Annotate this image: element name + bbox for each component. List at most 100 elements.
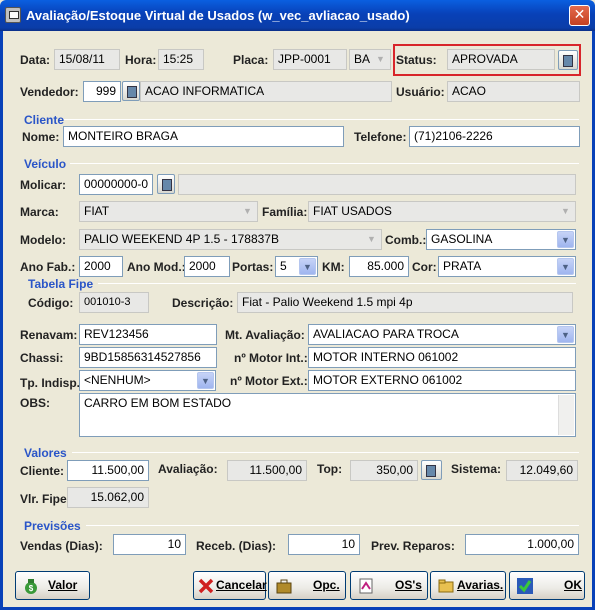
obs-textarea[interactable]: CARRO EM BOM ESTADO <box>79 393 576 437</box>
valor-avaliacao-field: 11.500,00 <box>227 460 307 481</box>
divider <box>98 283 576 284</box>
codigo-field: 001010-3 <box>79 292 149 313</box>
fipe-section-title: Tabela Fipe <box>28 277 94 291</box>
obs-text: CARRO EM BOM ESTADO <box>84 396 232 410</box>
vendas-label: Vendas (Dias): <box>20 539 103 553</box>
cor-value: PRATA <box>443 259 482 273</box>
app-icon <box>5 7 21 23</box>
motorext-input[interactable]: MOTOR EXTERNO 061002 <box>308 370 576 391</box>
marca-value: FIAT <box>84 204 110 218</box>
modelo-label: Modelo: <box>20 233 66 247</box>
nome-input[interactable]: MONTEIRO BRAGA <box>63 126 344 147</box>
valores-section-title: Valores <box>24 446 67 460</box>
toolbox-icon <box>276 579 292 594</box>
tpindisp-label: Tp. Indisp.: <box>20 376 84 390</box>
cancel-x-icon <box>198 578 214 594</box>
uf-select[interactable]: BA ▼ <box>349 49 391 70</box>
receb-label: Receb. (Dias): <box>196 539 277 553</box>
marca-select[interactable]: FIAT ▼ <box>79 201 258 222</box>
ok-button[interactable]: OK <box>509 571 585 600</box>
modelo-select[interactable]: PALIO WEEKEND 4P 1.5 - 178837B ▼ <box>79 229 382 250</box>
familia-label: Família: <box>262 205 308 219</box>
portas-select[interactable]: 5 ▼ <box>275 256 318 277</box>
valor-cliente-label: Cliente: <box>20 464 65 478</box>
placa-label: Placa: <box>233 53 269 67</box>
svg-text:$: $ <box>29 584 34 593</box>
cor-select[interactable]: PRATA ▼ <box>438 256 576 277</box>
valor-button[interactable]: $ Valor <box>15 571 90 600</box>
modelo-value: PALIO WEEKEND 4P 1.5 - 178837B <box>84 232 279 246</box>
valor-sistema-label: Sistema: <box>451 462 502 476</box>
telefone-label: Telefone: <box>354 130 407 144</box>
status-check-icon[interactable] <box>558 50 578 70</box>
hora-field: 15:25 <box>158 49 204 70</box>
folder-icon <box>438 579 454 593</box>
chevron-down-icon: ▼ <box>197 372 214 389</box>
comb-select[interactable]: GASOLINA ▼ <box>426 229 576 250</box>
divider <box>64 119 579 120</box>
anofab-input[interactable]: 2000 <box>79 256 123 277</box>
usuario-field: ACAO <box>447 81 580 102</box>
renavam-label: Renavam: <box>20 328 78 342</box>
mtaval-value: AVALIACAO PARA TROCA <box>313 327 459 341</box>
vendas-input[interactable]: 10 <box>113 534 186 555</box>
opc-button[interactable]: Opc. <box>268 571 346 600</box>
vendedor-search-icon[interactable] <box>122 81 140 101</box>
window-frame <box>0 31 595 610</box>
divider <box>70 163 579 164</box>
renavam-input[interactable]: REV123456 <box>79 324 217 345</box>
cancelar-button[interactable]: Cancelar <box>193 571 267 600</box>
chevron-down-icon: ▼ <box>376 54 385 64</box>
chassi-input[interactable]: 9BD15856314527856 <box>79 347 217 368</box>
telefone-input[interactable]: (71)2106-2226 <box>409 126 580 147</box>
anomod-input[interactable]: 2000 <box>184 256 230 277</box>
title-bar: Avaliação/Estoque Virtual de Usados (w_v… <box>0 0 595 31</box>
molicar-search-icon[interactable] <box>157 174 175 194</box>
close-button[interactable]: ✕ <box>569 5 590 26</box>
usuario-label: Usuário: <box>396 85 445 99</box>
molicar-input[interactable]: 00000000-0 <box>79 174 153 195</box>
valor-sistema-field: 12.049,60 <box>506 460 578 481</box>
motorint-input[interactable]: MOTOR INTERNO 061002 <box>308 347 576 368</box>
km-input[interactable]: 85.000 <box>349 256 409 277</box>
money-bag-icon: $ <box>25 579 37 594</box>
status-field: APROVADA <box>447 49 555 70</box>
avarias-button-label: Avarias. <box>457 578 504 592</box>
mtaval-select[interactable]: AVALIACAO PARA TROCA ▼ <box>308 324 576 345</box>
data-field: 15/08/11 <box>54 49 120 70</box>
oss-button[interactable]: OS's <box>350 571 428 600</box>
valor-top-label: Top: <box>317 462 343 476</box>
reparos-label: Prev. Reparos: <box>371 539 455 553</box>
comb-label: Comb.: <box>385 233 427 247</box>
cor-label: Cor: <box>412 260 437 274</box>
km-label: KM: <box>322 260 345 274</box>
mtaval-label: Mt. Avaliação: <box>225 328 305 342</box>
valor-cliente-input[interactable]: 11.500,00 <box>67 460 149 481</box>
valor-fipe-field: 15.062,00 <box>67 487 149 508</box>
avarias-button[interactable]: Avarias. <box>430 571 506 600</box>
chevron-down-icon: ▼ <box>367 234 376 244</box>
oss-button-label: OS's <box>395 578 422 592</box>
reparos-input[interactable]: 1.000,00 <box>465 534 579 555</box>
chevron-down-icon: ▼ <box>243 206 252 216</box>
window-title: Avaliação/Estoque Virtual de Usados (w_v… <box>26 8 410 23</box>
cancelar-button-label: Cancelar <box>216 578 267 592</box>
chevron-down-icon: ▼ <box>557 326 574 343</box>
placa-field: JPP-0001 <box>273 49 347 70</box>
anomod-label: Ano Mod.: <box>127 260 186 274</box>
check-icon <box>517 578 533 594</box>
familia-select[interactable]: FIAT USADOS ▼ <box>308 201 576 222</box>
valor-button-label: Valor <box>48 578 78 592</box>
vendedor-label: Vendedor: <box>20 85 79 99</box>
codigo-label: Código: <box>28 296 74 310</box>
receb-input[interactable]: 10 <box>288 534 360 555</box>
scrollbar[interactable] <box>558 395 574 435</box>
tpindisp-select[interactable]: <NENHUM> ▼ <box>79 370 216 391</box>
descricao-label: Descrição: <box>172 296 234 310</box>
vendedor-code-input[interactable]: 999 <box>83 81 121 102</box>
veiculo-section-title: Veículo <box>24 157 67 171</box>
opc-button-label: Opc. <box>313 578 340 592</box>
valor-fipe-label: Vlr. Fipe: <box>20 492 71 506</box>
anofab-label: Ano Fab.: <box>20 260 76 274</box>
top-calculator-icon[interactable] <box>421 460 442 480</box>
